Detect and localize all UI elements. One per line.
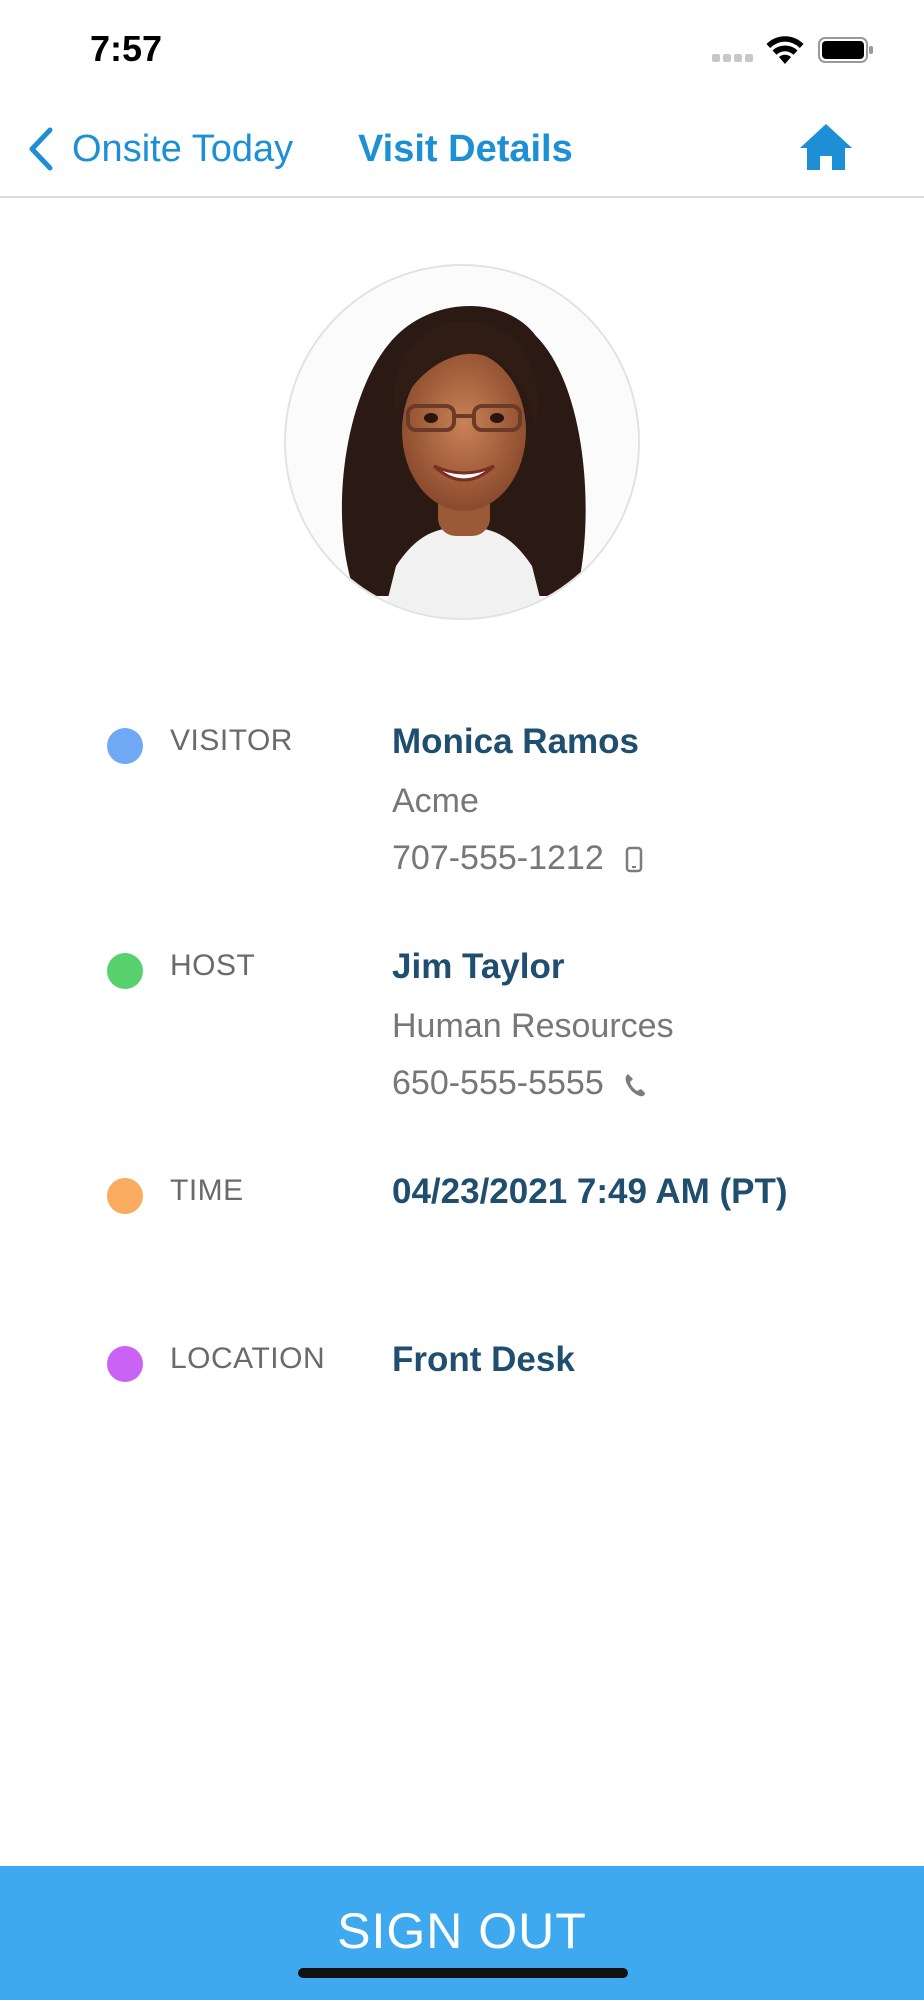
status-bar: 7:57 — [0, 0, 924, 100]
visitor-indicator-dot — [107, 728, 143, 764]
visit-location: Front Desk — [392, 1340, 575, 1379]
visit-time: 04/23/2021 7:49 AM (PT) — [392, 1172, 788, 1211]
location-label: LOCATION — [170, 1342, 326, 1375]
mobile-phone-icon — [625, 846, 642, 872]
location-details: Front Desk — [392, 1340, 575, 1380]
page-title: Visit Details — [358, 128, 573, 170]
host-phone: 650-555-5555 — [392, 1064, 604, 1102]
host-phone-link[interactable]: 650-555-5555 — [392, 1064, 674, 1103]
back-button-label: Onsite Today — [72, 127, 294, 170]
home-icon[interactable] — [798, 120, 854, 174]
wifi-icon — [766, 36, 804, 64]
host-label: HOST — [170, 949, 256, 982]
battery-icon — [818, 37, 873, 63]
home-indicator[interactable] — [298, 1968, 628, 1978]
status-time: 7:57 — [90, 28, 163, 69]
phone-handset-icon — [625, 1073, 645, 1096]
time-label: TIME — [170, 1174, 244, 1207]
host-details: Jim Taylor Human Resources 650-555-5555 — [392, 947, 674, 1103]
chevron-left-icon — [29, 127, 53, 171]
visitor-name: Monica Ramos — [392, 722, 639, 761]
back-button[interactable]: Onsite Today — [26, 124, 293, 174]
cellular-signal-icon — [712, 54, 754, 64]
visitor-details: Monica Ramos Acme 707-555-1212 — [392, 722, 646, 878]
visitor-phone-link[interactable]: 707-555-1212 — [392, 839, 646, 878]
host-department: Human Resources — [392, 1007, 674, 1045]
visitor-phone: 707-555-1212 — [392, 839, 604, 877]
host-indicator-dot — [107, 953, 143, 989]
navigation-bar: Onsite Today Visit Details — [0, 100, 924, 198]
location-indicator-dot — [107, 1346, 143, 1382]
visitor-avatar — [284, 264, 640, 620]
visitor-label: VISITOR — [170, 724, 293, 757]
visitor-photo — [286, 266, 638, 618]
time-details: 04/23/2021 7:49 AM (PT) — [392, 1172, 788, 1212]
visitor-company: Acme — [392, 782, 479, 820]
sign-out-button[interactable]: SIGN OUT — [0, 1866, 924, 2000]
host-name: Jim Taylor — [392, 947, 565, 986]
time-indicator-dot — [107, 1178, 143, 1214]
sign-out-label: SIGN OUT — [337, 1903, 587, 1959]
